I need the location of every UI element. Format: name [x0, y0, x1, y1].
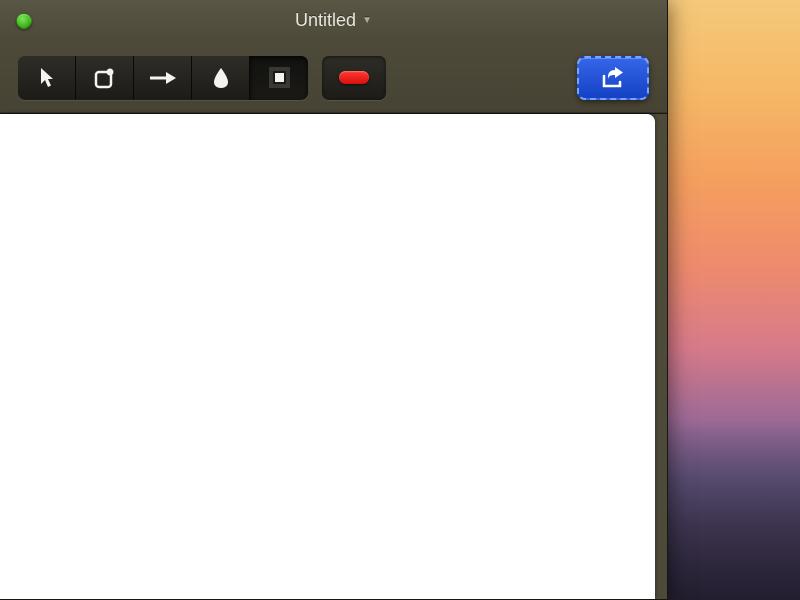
window-title[interactable]: Untitled ▼	[295, 10, 372, 31]
app-window: Untitled ▼	[0, 0, 668, 600]
crop-tool-button[interactable]	[250, 56, 308, 100]
shape-icon	[94, 67, 116, 89]
tool-group	[18, 56, 308, 100]
arrow-icon	[149, 70, 177, 86]
chevron-down-icon: ▼	[362, 15, 372, 26]
canvas-area[interactable]	[0, 114, 655, 599]
color-picker-button[interactable]	[322, 56, 386, 100]
titlebar[interactable]: Untitled ▼	[0, 0, 667, 42]
title-text: Untitled	[295, 10, 356, 31]
zoom-traffic-light[interactable]	[16, 13, 32, 29]
droplet-icon	[213, 67, 229, 89]
share-button[interactable]	[577, 56, 649, 100]
share-icon	[600, 67, 626, 89]
pointer-icon	[38, 67, 56, 89]
arrow-tool-button[interactable]	[134, 56, 192, 100]
color-swatch-icon	[339, 71, 369, 84]
blur-tool-button[interactable]	[192, 56, 250, 100]
shape-tool-button[interactable]	[76, 56, 134, 100]
pointer-tool-button[interactable]	[18, 56, 76, 100]
crop-icon	[275, 73, 284, 82]
toolbar	[0, 42, 667, 114]
